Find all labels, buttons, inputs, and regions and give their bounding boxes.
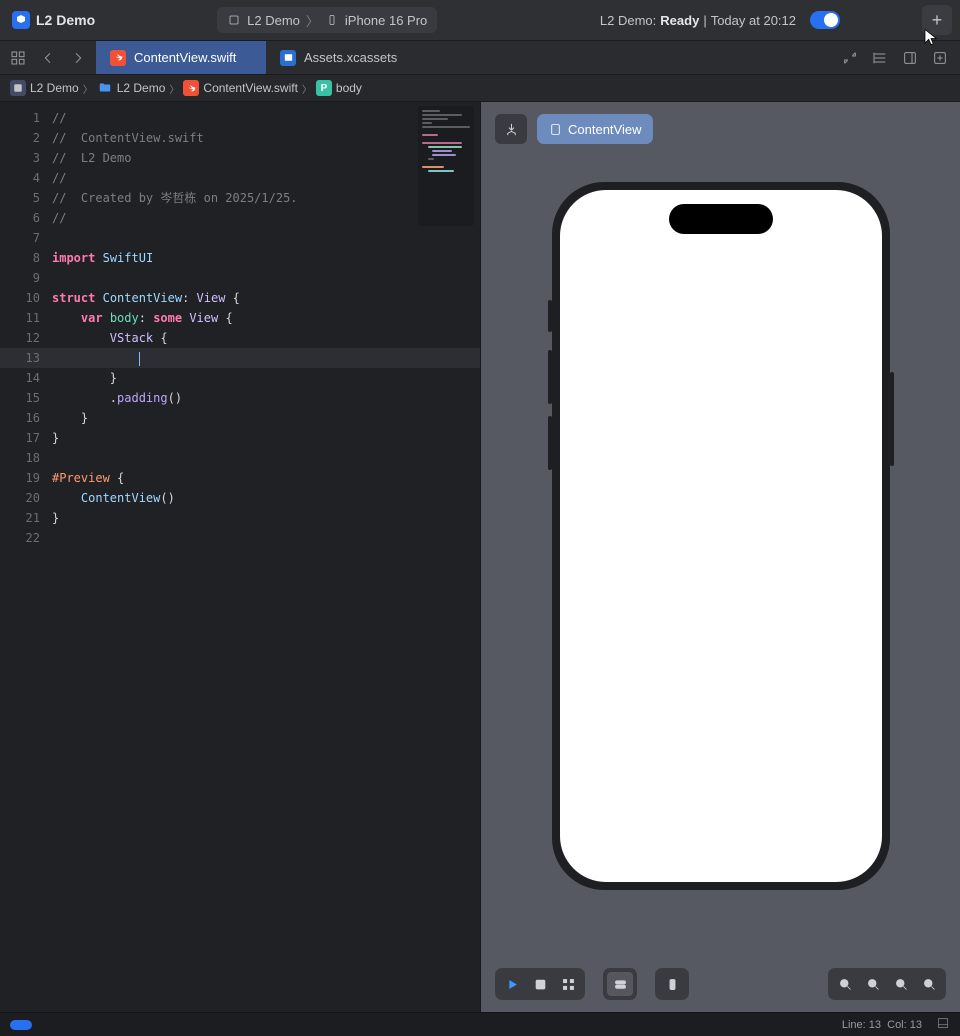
titlebar: L2 Demo L2 Demo 〉 iPhone 16 Pro L2 Demo:…: [0, 0, 960, 40]
xcode-project-icon: [12, 11, 30, 29]
folder-icon: [97, 80, 113, 96]
phone-side-button: [890, 372, 894, 466]
line-gutter[interactable]: 12345678910111213141516171819202122: [0, 102, 52, 1012]
refresh-icon[interactable]: [836, 44, 864, 72]
preview-toolbar: 1: [495, 968, 946, 1000]
preview-mode-group: [495, 968, 585, 1000]
preview-device-group: [655, 968, 689, 1000]
dynamic-island: [669, 204, 773, 234]
swift-file-icon: [110, 50, 126, 66]
project-chip[interactable]: L2 Demo: [8, 9, 99, 31]
project-title: L2 Demo: [36, 12, 95, 28]
assets-icon: [280, 50, 296, 66]
tab-assets-xcassets[interactable]: Assets.xcassets: [266, 41, 436, 74]
preview-label-chip[interactable]: ContentView: [537, 114, 653, 144]
tab-bar: ContentView.swift Assets.xcassets: [0, 40, 960, 74]
selectable-preview-button[interactable]: [527, 972, 553, 996]
status-time: Today at 20:12: [711, 13, 796, 28]
debug-area-toggle-icon[interactable]: [936, 1016, 950, 1033]
build-status: L2 Demo: Ready | Today at 20:12: [600, 13, 796, 28]
zoom-group: 1: [828, 968, 946, 1000]
device-settings-group: [603, 968, 637, 1000]
cursor-position: Line: 13 Col: 13: [842, 1019, 922, 1031]
status-divider: |: [703, 13, 706, 28]
preview-device-button[interactable]: [659, 972, 685, 996]
cloud-toggle[interactable]: [810, 11, 840, 29]
code-review-icon[interactable]: [866, 44, 894, 72]
swift-file-icon: [183, 80, 199, 96]
live-preview-button[interactable]: [499, 972, 525, 996]
breadcrumb-folder[interactable]: L2 Demo: [117, 81, 166, 95]
activity-indicator[interactable]: [10, 1020, 32, 1030]
preview-canvas: ContentView: [480, 102, 960, 1012]
scheme-separator: 〉: [306, 11, 319, 30]
add-editor-icon[interactable]: [926, 44, 954, 72]
device-settings-button[interactable]: [607, 972, 633, 996]
phone-frame: [552, 182, 890, 890]
zoom-in-button[interactable]: [916, 972, 942, 996]
status-bar: Line: 13 Col: 13: [0, 1012, 960, 1036]
scheme-selector[interactable]: L2 Demo 〉 iPhone 16 Pro: [217, 7, 437, 33]
jump-bar[interactable]: L2 Demo 〉 L2 Demo 〉 ContentView.swift 〉 …: [0, 74, 960, 102]
breadcrumb-file[interactable]: ContentView.swift: [203, 81, 298, 95]
code-content[interactable]: //// ContentView.swift// L2 Demo//// Cre…: [52, 102, 480, 1012]
tab-contentview-swift[interactable]: ContentView.swift: [96, 41, 266, 74]
editor-split: 12345678910111213141516171819202122 ////…: [0, 102, 960, 1012]
device-icon: [325, 13, 339, 27]
project-icon: [10, 80, 26, 96]
source-editor[interactable]: 12345678910111213141516171819202122 ////…: [0, 102, 480, 1012]
nav-forward-button[interactable]: [64, 44, 92, 72]
preview-label-text: ContentView: [568, 122, 641, 137]
breadcrumb-project[interactable]: L2 Demo: [30, 81, 79, 95]
zoom-out-button[interactable]: [832, 972, 858, 996]
pin-preview-button[interactable]: [495, 114, 527, 144]
nav-back-button[interactable]: [34, 44, 62, 72]
adjust-editor-options-icon[interactable]: [896, 44, 924, 72]
status-state: Ready: [660, 13, 699, 28]
device-preview[interactable]: [552, 182, 890, 890]
library-plus-button[interactable]: +: [922, 5, 952, 35]
zoom-actual-button[interactable]: 1: [860, 972, 886, 996]
tab-label: ContentView.swift: [134, 50, 236, 65]
phone-screen[interactable]: [560, 190, 882, 882]
status-prefix: L2 Demo:: [600, 13, 656, 28]
property-icon: P: [316, 80, 332, 96]
breadcrumb-symbol[interactable]: body: [336, 81, 362, 95]
target-icon: [227, 13, 241, 27]
tab-label: Assets.xcassets: [304, 50, 397, 65]
related-items-grid-icon[interactable]: [4, 44, 32, 72]
variants-grid-button[interactable]: [555, 972, 581, 996]
device-name: iPhone 16 Pro: [345, 13, 427, 28]
zoom-fit-button[interactable]: [888, 972, 914, 996]
scheme-name: L2 Demo: [247, 13, 300, 28]
